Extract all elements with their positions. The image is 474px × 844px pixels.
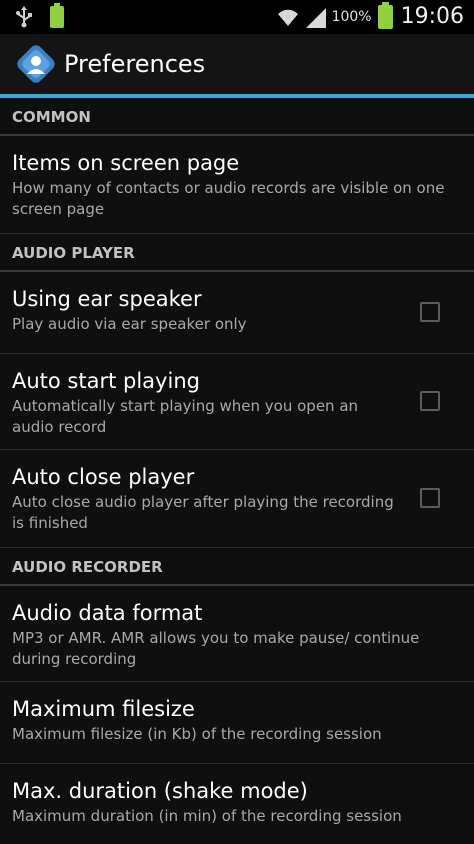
wifi-icon <box>277 9 298 26</box>
action-bar: Preferences <box>0 34 474 94</box>
pref-summary: How many of contacts or audio records ar… <box>12 179 445 218</box>
pref-title: Max. duration (shake mode) <box>12 779 308 803</box>
pref-ear-speaker[interactable]: Using ear speaker Play audio via ear spe… <box>0 272 474 354</box>
status-system: 100% 19:06 <box>276 1 464 29</box>
status-bar: 100% 19:06 <box>0 0 474 34</box>
pref-summary: Auto close audio player after playing th… <box>12 493 394 532</box>
pref-audio-data-format[interactable]: Audio data format MP3 or AMR. AMR allows… <box>0 586 474 682</box>
pref-auto-close[interactable]: Auto close player Auto close audio playe… <box>0 450 474 548</box>
pref-summary: Maximum duration (in min) of the recordi… <box>12 807 402 825</box>
status-notifications <box>14 3 64 28</box>
ear-speaker-checkbox[interactable] <box>420 301 440 322</box>
clock: 19:06 <box>400 4 464 29</box>
preferences-list[interactable]: COMMON Items on screen page How many of … <box>0 98 474 844</box>
pref-title: Using ear speaker <box>12 287 202 311</box>
signal-icon <box>305 7 326 28</box>
battery-percent: 100% <box>331 8 372 25</box>
pref-auto-start[interactable]: Auto start playing Automatically start p… <box>0 354 474 450</box>
pref-max-duration[interactable]: Max. duration (shake mode) Maximum durat… <box>0 764 474 844</box>
pref-summary: MP3 or AMR. AMR allows you to make pause… <box>12 629 420 668</box>
app-logo-icon[interactable] <box>16 44 56 84</box>
pref-summary: Play audio via ear speaker only <box>12 315 247 333</box>
pref-summary: Maximum filesize (in Kb) of the recordin… <box>12 725 382 743</box>
pref-title: Items on screen page <box>12 151 240 175</box>
pref-summary: Automatically start playing when you ope… <box>12 397 359 436</box>
pref-items-on-screen[interactable]: Items on screen page How many of contact… <box>0 136 474 234</box>
page-title: Preferences <box>64 50 206 78</box>
pref-max-filesize[interactable]: Maximum filesize Maximum filesize (in Kb… <box>0 682 474 764</box>
auto-start-checkbox[interactable] <box>420 390 440 411</box>
battery-notification-icon <box>50 3 64 28</box>
pref-title: Auto start playing <box>12 369 200 393</box>
pref-title: Auto close player <box>12 465 195 489</box>
category-common: COMMON <box>0 98 474 136</box>
category-audio-recorder: AUDIO RECORDER <box>0 548 474 586</box>
pref-title: Maximum filesize <box>12 697 195 721</box>
auto-close-checkbox[interactable] <box>420 487 440 508</box>
battery-icon <box>377 1 393 29</box>
category-audio-player: AUDIO PLAYER <box>0 234 474 272</box>
pref-title: Audio data format <box>12 601 203 625</box>
usb-icon <box>16 6 32 28</box>
